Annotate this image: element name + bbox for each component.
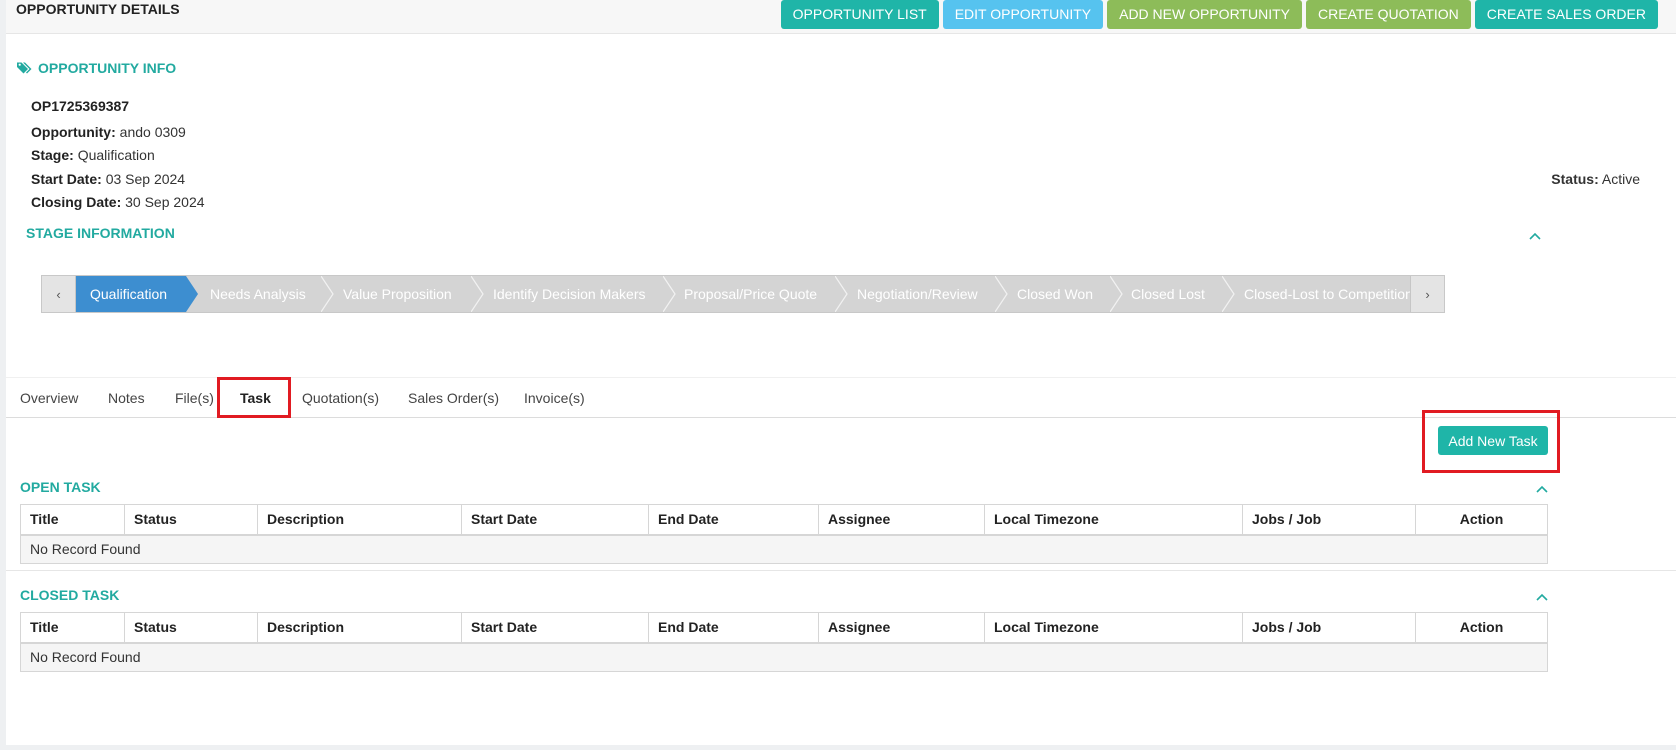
stage-value-proposition[interactable]: Value Proposition — [321, 276, 471, 312]
stage-information-title: STAGE INFORMATION — [26, 225, 175, 241]
page-title: OPPORTUNITY DETAILS — [16, 1, 180, 17]
column-jobs: Jobs / Job — [1242, 612, 1416, 644]
header-actions: OPPORTUNITY LIST EDIT OPPORTUNITY ADD NE… — [780, 0, 1658, 29]
tab-sales-orders[interactable]: Sales Order(s) — [408, 378, 499, 418]
stage-negotiation-review[interactable]: Negotiation/Review — [835, 276, 995, 312]
start-date-value: 03 Sep 2024 — [105, 171, 186, 187]
opportunity-code: OP1725369387 — [31, 98, 130, 114]
opportunity-info-title: OPPORTUNITY INFO — [38, 60, 177, 76]
tab-overview[interactable]: Overview — [20, 378, 78, 418]
column-local-timezone: Local Timezone — [984, 504, 1243, 536]
closing-date-value: 30 Sep 2024 — [125, 194, 205, 210]
closing-date-label: Closing Date: — [31, 194, 122, 210]
status-label: Status: — [1551, 171, 1599, 187]
table-header-row: Title Status Description Start Date End … — [20, 612, 1548, 644]
opportunity-list-button[interactable]: OPPORTUNITY LIST — [780, 0, 939, 29]
stage-closed-lost[interactable]: Closed Lost — [1110, 276, 1222, 312]
section-divider — [6, 570, 1676, 571]
column-assignee: Assignee — [818, 612, 985, 644]
open-task-table: Title Status Description Start Date End … — [20, 504, 1548, 564]
start-date-label: Start Date: — [31, 171, 102, 187]
table-row: No Record Found — [20, 642, 1548, 672]
stage-track: Qualification Needs Analysis Value Propo… — [76, 276, 1412, 312]
stage-separator — [995, 276, 1008, 312]
column-end-date: End Date — [648, 612, 819, 644]
stage-separator — [1222, 276, 1235, 312]
column-action: Action — [1415, 504, 1548, 536]
stage-row: Stage: Qualification — [31, 147, 155, 163]
opportunity-label: Opportunity: — [31, 124, 116, 140]
stage-separator — [186, 276, 198, 312]
tags-icon — [17, 61, 33, 75]
opportunity-name-row: Opportunity: ando 0309 — [31, 124, 186, 140]
create-sales-order-button[interactable]: CREATE SALES ORDER — [1474, 0, 1658, 29]
stage-separator — [321, 276, 334, 312]
chevron-left-icon[interactable]: ‹ — [42, 276, 76, 312]
collapse-stage-info-chevron-up-icon[interactable] — [1528, 229, 1542, 243]
column-status: Status — [124, 612, 258, 644]
tab-notes[interactable]: Notes — [108, 378, 145, 418]
column-end-date: End Date — [648, 504, 819, 536]
collapse-open-task-chevron-up-icon[interactable] — [1535, 482, 1549, 496]
column-title: Title — [20, 504, 125, 536]
closing-date-row: Closing Date: 30 Sep 2024 — [31, 194, 205, 210]
closed-task-table: Title Status Description Start Date End … — [20, 612, 1548, 672]
stage-closed-won[interactable]: Closed Won — [995, 276, 1110, 312]
stage-qualification[interactable]: Qualification — [76, 276, 186, 312]
column-title: Title — [20, 612, 125, 644]
table-header-row: Title Status Description Start Date End … — [20, 504, 1548, 536]
stage-separator — [1110, 276, 1123, 312]
task-tab-highlight — [217, 377, 291, 418]
chevron-right-icon[interactable]: › — [1410, 276, 1444, 312]
column-status: Status — [124, 504, 258, 536]
tab-files[interactable]: File(s) — [175, 378, 214, 418]
tab-invoices[interactable]: Invoice(s) — [524, 378, 585, 418]
status-value: Active — [1601, 171, 1640, 187]
empty-state: No Record Found — [20, 534, 1548, 564]
stage-identify-decision-makers[interactable]: Identify Decision Makers — [471, 276, 663, 312]
column-description: Description — [257, 612, 462, 644]
stage-separator — [471, 276, 484, 312]
status-row: Status: Active — [1551, 171, 1640, 187]
stage-separator — [663, 276, 676, 312]
stage-closed-lost-to-competition[interactable]: Closed-Lost to Competition — [1222, 276, 1412, 312]
add-new-opportunity-button[interactable]: ADD NEW OPPORTUNITY — [1107, 0, 1302, 29]
edit-opportunity-button[interactable]: EDIT OPPORTUNITY — [942, 0, 1104, 29]
stage-label: Stage: — [31, 147, 74, 163]
tab-quotations[interactable]: Quotation(s) — [302, 378, 379, 418]
opportunity-value: ando 0309 — [119, 124, 186, 140]
column-action: Action — [1415, 612, 1548, 644]
stage-separator — [835, 276, 848, 312]
stage-progress-bar: ‹ Qualification Needs Analysis Value Pro… — [41, 275, 1445, 313]
collapse-closed-task-chevron-up-icon[interactable] — [1535, 590, 1549, 604]
stage-proposal-price-quote[interactable]: Proposal/Price Quote — [663, 276, 835, 312]
stage-needs-analysis[interactable]: Needs Analysis — [186, 276, 326, 312]
column-start-date: Start Date — [461, 504, 649, 536]
closed-task-title: CLOSED TASK — [20, 587, 120, 603]
start-date-row: Start Date: 03 Sep 2024 — [31, 171, 185, 187]
column-description: Description — [257, 504, 462, 536]
opportunity-info-heading: OPPORTUNITY INFO — [17, 60, 176, 76]
open-task-title: OPEN TASK — [20, 479, 101, 495]
column-local-timezone: Local Timezone — [984, 612, 1243, 644]
column-jobs: Jobs / Job — [1242, 504, 1416, 536]
table-row: No Record Found — [20, 534, 1548, 564]
stage-value: Qualification — [77, 147, 155, 163]
add-new-task-button[interactable]: Add New Task — [1438, 426, 1548, 455]
create-quotation-button[interactable]: CREATE QUOTATION — [1305, 0, 1471, 29]
column-assignee: Assignee — [818, 504, 985, 536]
empty-state: No Record Found — [20, 642, 1548, 672]
column-start-date: Start Date — [461, 612, 649, 644]
